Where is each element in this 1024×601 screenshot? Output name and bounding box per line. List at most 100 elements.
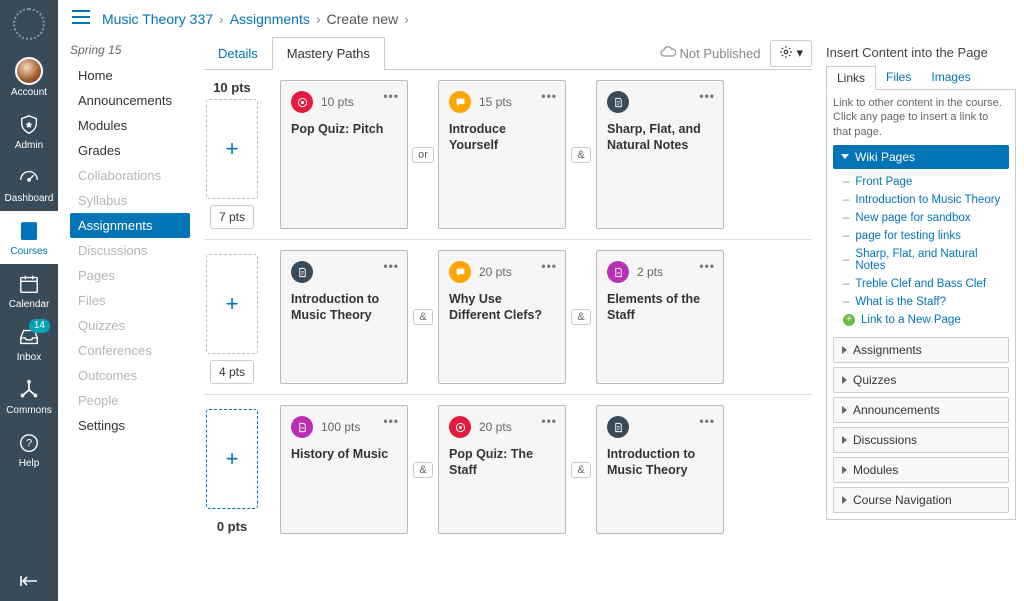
connector-label[interactable]: & xyxy=(413,462,432,478)
caret-down-icon: ▾ xyxy=(796,45,803,61)
path-card[interactable]: •••15 ptsIntroduce Yourself xyxy=(438,80,566,229)
score-lower[interactable]: 4 pts xyxy=(210,360,254,384)
path-card[interactable]: •••Introduction to Music Theory xyxy=(596,405,724,534)
path-card[interactable]: •••20 ptsPop Quiz: The Staff xyxy=(438,405,566,534)
publish-status: Not Published xyxy=(660,46,761,61)
nav-courses-label: Courses xyxy=(10,246,47,257)
card-menu-button[interactable]: ••• xyxy=(699,89,715,103)
tab-mastery-paths[interactable]: Mastery Paths xyxy=(272,37,385,70)
new-wiki-page-link[interactable]: +Link to a New Page xyxy=(843,311,1009,329)
add-range-button[interactable]: + xyxy=(206,254,258,354)
course-nav-modules[interactable]: Modules xyxy=(70,113,190,138)
score-lower[interactable]: 7 pts xyxy=(210,205,254,229)
institution-logo[interactable] xyxy=(13,8,45,40)
course-nav-collaborations[interactable]: Collaborations xyxy=(70,163,190,188)
path-card[interactable]: •••20 ptsWhy Use Different Clefs? xyxy=(438,250,566,384)
wiki-page-link[interactable]: –Sharp, Flat, and Natural Notes xyxy=(843,245,1009,275)
card-title: Pop Quiz: The Staff xyxy=(449,446,555,479)
nav-help[interactable]: ? Help xyxy=(0,423,58,476)
accordion-course-navigation[interactable]: Course Navigation xyxy=(833,487,1009,513)
mastery-path-row: +0 pts•••100 ptsHistory of Music&•••20 p… xyxy=(204,405,812,534)
assn-icon xyxy=(607,261,629,283)
card-menu-button[interactable]: ••• xyxy=(541,259,557,273)
nav-inbox-label: Inbox xyxy=(17,352,41,363)
course-nav-grades[interactable]: Grades xyxy=(70,138,190,163)
crumb-course[interactable]: Music Theory 337 xyxy=(102,11,213,27)
card-title: History of Music xyxy=(291,446,397,462)
accordion-discussions[interactable]: Discussions xyxy=(833,427,1009,453)
wiki-page-link[interactable]: –Front Page xyxy=(843,173,1009,191)
wiki-page-link[interactable]: –Treble Clef and Bass Clef xyxy=(843,275,1009,293)
course-nav-assignments[interactable]: Assignments xyxy=(70,213,190,238)
gauge-icon xyxy=(16,165,42,191)
course-nav-people[interactable]: People xyxy=(70,388,190,413)
crumb-section[interactable]: Assignments xyxy=(230,11,310,27)
path-card[interactable]: •••10 ptsPop Quiz: Pitch xyxy=(280,80,408,229)
add-range-button[interactable]: + xyxy=(206,99,258,199)
triangle-right-icon xyxy=(842,466,847,474)
nav-inbox[interactable]: 14 Inbox xyxy=(0,317,58,370)
card-title: Elements of the Staff xyxy=(607,291,713,324)
path-card[interactable]: •••Sharp, Flat, and Natural Notes xyxy=(596,80,724,229)
accordion-assignments[interactable]: Assignments xyxy=(833,337,1009,363)
rail-tab-links[interactable]: Links xyxy=(826,66,876,90)
nav-calendar[interactable]: Calendar xyxy=(0,264,58,317)
nav-account[interactable]: Account xyxy=(0,50,58,105)
gear-icon xyxy=(779,45,793,62)
mastery-path-row: +4 pts•••Introduction to Music Theory&••… xyxy=(204,250,812,384)
settings-menu-button[interactable]: ▾ xyxy=(770,40,812,67)
course-nav-quizzes[interactable]: Quizzes xyxy=(70,313,190,338)
triangle-right-icon xyxy=(842,496,847,504)
card-points: 15 pts xyxy=(479,95,512,109)
accordion-modules[interactable]: Modules xyxy=(833,457,1009,483)
accordion-quizzes[interactable]: Quizzes xyxy=(833,367,1009,393)
tab-details[interactable]: Details xyxy=(204,38,272,69)
card-menu-button[interactable]: ••• xyxy=(383,89,399,103)
nav-courses[interactable]: Courses xyxy=(0,211,58,264)
course-nav-outcomes[interactable]: Outcomes xyxy=(70,363,190,388)
nav-commons[interactable]: Commons xyxy=(0,370,58,423)
nav-admin[interactable]: Admin xyxy=(0,105,58,158)
card-menu-button[interactable]: ••• xyxy=(541,414,557,428)
course-nav-files[interactable]: Files xyxy=(70,288,190,313)
card-menu-button[interactable]: ••• xyxy=(699,259,715,273)
path-card[interactable]: •••Introduction to Music Theory xyxy=(280,250,408,384)
publish-status-text: Not Published xyxy=(680,46,761,61)
course-nav-pages[interactable]: Pages xyxy=(70,263,190,288)
card-menu-button[interactable]: ••• xyxy=(699,414,715,428)
collapse-nav-button[interactable] xyxy=(0,574,58,591)
connector-label[interactable]: or xyxy=(412,147,434,163)
chevron-right-icon: › xyxy=(316,11,321,27)
accordion-wiki-pages[interactable]: Wiki Pages xyxy=(833,145,1009,169)
card-menu-button[interactable]: ••• xyxy=(383,414,399,428)
connector-label[interactable]: & xyxy=(571,462,590,478)
path-card[interactable]: •••2 ptsElements of the Staff xyxy=(596,250,724,384)
accordion-announcements[interactable]: Announcements xyxy=(833,397,1009,423)
connector-label[interactable]: & xyxy=(571,147,590,163)
shield-icon xyxy=(16,112,42,138)
wiki-page-link[interactable]: –Introduction to Music Theory xyxy=(843,191,1009,209)
card-menu-button[interactable]: ••• xyxy=(541,89,557,103)
wiki-page-link[interactable]: –page for testing links xyxy=(843,227,1009,245)
hamburger-icon[interactable] xyxy=(72,10,90,27)
rail-tab-images[interactable]: Images xyxy=(921,66,980,89)
wiki-page-link[interactable]: –What is the Staff? xyxy=(843,293,1009,311)
quiz-icon xyxy=(449,416,471,438)
plus-icon: + xyxy=(843,314,855,326)
course-nav-discussions[interactable]: Discussions xyxy=(70,238,190,263)
course-nav-syllabus[interactable]: Syllabus xyxy=(70,188,190,213)
course-nav-settings[interactable]: Settings xyxy=(70,413,190,438)
wiki-page-link[interactable]: –New page for sandbox xyxy=(843,209,1009,227)
connector-label[interactable]: & xyxy=(413,309,432,325)
rail-tab-files[interactable]: Files xyxy=(876,66,921,89)
page-icon xyxy=(291,261,313,283)
course-nav-conferences[interactable]: Conferences xyxy=(70,338,190,363)
add-range-button[interactable]: + xyxy=(206,409,258,509)
path-card[interactable]: •••100 ptsHistory of Music xyxy=(280,405,408,534)
card-menu-button[interactable]: ••• xyxy=(383,259,399,273)
course-nav-announcements[interactable]: Announcements xyxy=(70,88,190,113)
connector: & xyxy=(566,405,596,534)
connector-label[interactable]: & xyxy=(571,309,590,325)
nav-dashboard[interactable]: Dashboard xyxy=(0,158,58,211)
course-nav-home[interactable]: Home xyxy=(70,63,190,88)
